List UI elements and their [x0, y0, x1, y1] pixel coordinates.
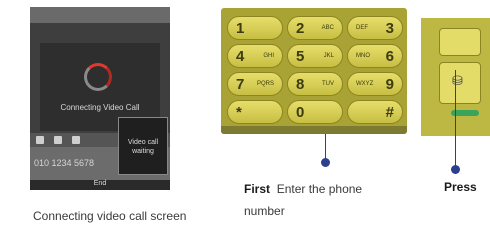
step-label: First [244, 182, 271, 196]
softkey-bar[interactable]: End [30, 180, 170, 190]
end-call-softkey[interactable]: End [30, 180, 170, 187]
callee-preview: Video call waiting [118, 117, 168, 175]
pointer-dot [321, 158, 330, 167]
keypad-illustration: 1 2 ABC DEF 3 4 GHI 5 JKL MNO 6 7 PQRS 8 TUV WX… [221, 8, 407, 134]
key-1[interactable]: 1 [227, 16, 283, 40]
key-4[interactable]: 4 GHI [227, 44, 283, 68]
key-8[interactable]: 8 TUV [287, 72, 343, 96]
pointer-line [455, 70, 456, 174]
key-star[interactable]: * [227, 100, 283, 124]
key-2[interactable]: 2 ABC [287, 16, 343, 40]
key-9[interactable]: WXYZ 9 [347, 72, 403, 96]
key-3[interactable]: DEF 3 [347, 16, 403, 40]
video-call-screenshot: Connecting Video Call 010 1234 5678 Vide… [30, 7, 170, 190]
caption-press: Press [444, 180, 477, 194]
caption-connecting-screen: Connecting video call screen [33, 209, 187, 223]
phone-number: 010 1234 5678 [34, 158, 95, 168]
status-bar [30, 7, 170, 23]
mic-icon [54, 136, 62, 144]
person-icon [72, 136, 80, 144]
speaker-icon [36, 136, 44, 144]
loading-spinner-icon [84, 63, 112, 91]
key-7[interactable]: 7 PQRS [227, 72, 283, 96]
number-panel: 010 1234 5678 Video call waiting [30, 117, 170, 180]
key-hash[interactable]: # [347, 100, 403, 124]
key-6[interactable]: MNO 6 [347, 44, 403, 68]
pointer-dot [451, 165, 460, 174]
keypad-bottom-edge [221, 126, 407, 134]
video-call-icon: ⛁ [452, 73, 463, 88]
callee-status: Video call waiting [127, 139, 159, 155]
connecting-status: Connecting Video Call [60, 103, 140, 112]
key-0[interactable]: 0 [287, 100, 343, 124]
video-call-key[interactable]: ⛁ [439, 62, 481, 104]
key-5[interactable]: 5 JKL [287, 44, 343, 68]
side-button-top[interactable] [439, 28, 481, 56]
caption-enter-number: First Enter the phone number [244, 178, 374, 222]
